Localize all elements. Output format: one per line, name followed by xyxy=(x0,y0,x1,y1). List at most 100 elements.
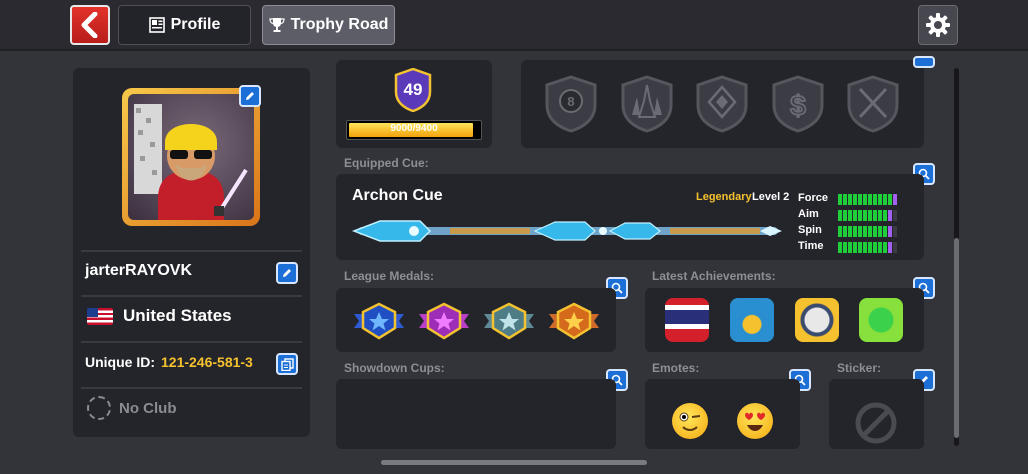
blue-star-medal-icon[interactable] xyxy=(354,302,404,340)
pink-star-medal-icon[interactable] xyxy=(419,302,469,340)
pencil-icon xyxy=(246,92,254,100)
stat-segment xyxy=(843,194,847,205)
stat-segment xyxy=(893,194,897,205)
stat-segment xyxy=(843,242,847,253)
unique-id-label: Unique ID: xyxy=(85,354,155,370)
sticker-label: Sticker: xyxy=(837,361,882,375)
stat-segment xyxy=(853,194,857,205)
back-button[interactable] xyxy=(70,5,110,45)
stat-force-bar xyxy=(838,194,902,205)
stat-segment xyxy=(873,194,877,205)
stat-spin-label: Spin xyxy=(798,224,822,236)
diamond-shield-icon[interactable] xyxy=(695,75,749,133)
tab-profile[interactable]: Profile xyxy=(118,5,251,45)
stat-segment xyxy=(878,210,882,221)
stat-segment xyxy=(853,226,857,237)
stat-segment xyxy=(848,242,852,253)
stat-aim-bar xyxy=(838,210,902,221)
equipped-cue-panel[interactable]: Archon Cue Legendary Level 2 Force Aim S… xyxy=(336,174,924,260)
tab-trophy-road-label: Trophy Road xyxy=(290,16,389,33)
8-ball-shield-icon[interactable]: 8 xyxy=(544,75,598,133)
trophy-badges-search-button[interactable] xyxy=(913,56,935,68)
pencil-icon xyxy=(283,269,291,277)
tab-trophy-road[interactable]: Trophy Road xyxy=(262,5,395,45)
lightning-8-ball-achievement-icon[interactable] xyxy=(795,298,839,342)
trophy-badges-panel: 8 $ xyxy=(521,56,935,148)
latest-achievements-label: Latest Achievements: xyxy=(652,269,776,283)
stat-segment xyxy=(878,194,882,205)
club-row[interactable]: No Club xyxy=(81,387,302,427)
level-panel: 49 9000/9400 xyxy=(336,60,492,148)
green-star-achievement-icon[interactable] xyxy=(859,298,903,342)
stat-segment xyxy=(863,242,867,253)
stat-segment xyxy=(838,242,842,253)
stat-segment xyxy=(878,226,882,237)
stat-segment xyxy=(848,194,852,205)
no-sticker-icon xyxy=(855,402,897,444)
tab-profile-label: Profile xyxy=(170,16,221,33)
stat-segment xyxy=(838,210,842,221)
xp-progress-text: 9000/9400 xyxy=(390,123,438,134)
emotes-label: Emotes: xyxy=(652,361,700,375)
stat-force-label: Force xyxy=(798,192,828,204)
gear-achievement-icon[interactable] xyxy=(730,298,774,342)
equipped-cue-label: Equipped Cue: xyxy=(344,156,429,170)
stat-segment xyxy=(863,194,867,205)
stat-segment xyxy=(883,210,887,221)
stat-segment xyxy=(848,226,852,237)
stat-segment xyxy=(858,194,862,205)
trophy-icon xyxy=(269,18,285,32)
stat-segment xyxy=(873,226,877,237)
home-indicator[interactable] xyxy=(381,460,647,465)
stat-segment xyxy=(873,242,877,253)
stat-segment xyxy=(883,242,887,253)
edit-username-button[interactable] xyxy=(276,262,298,284)
back-arrow-icon xyxy=(81,12,98,38)
copy-id-button[interactable] xyxy=(276,353,298,375)
stat-segment xyxy=(853,210,857,221)
stat-segment xyxy=(858,210,862,221)
stat-segment xyxy=(868,242,872,253)
stat-segment xyxy=(853,242,857,253)
settings-button[interactable] xyxy=(918,5,958,45)
level-number: 49 xyxy=(403,80,423,99)
stat-segment xyxy=(843,210,847,221)
stat-segment xyxy=(878,242,882,253)
stat-segment xyxy=(893,242,897,253)
latest-achievements-panel xyxy=(645,288,924,352)
stat-segment xyxy=(858,226,862,237)
username-row: jarterRAYOVK xyxy=(81,250,302,290)
scrollbar-thumb[interactable] xyxy=(954,238,959,438)
club-name: No Club xyxy=(119,399,177,417)
edit-avatar-button[interactable] xyxy=(239,85,261,107)
bronze-star-medal-icon[interactable] xyxy=(549,302,599,340)
thailand-flag-achievement-icon[interactable] xyxy=(665,298,709,342)
svg-text:$: $ xyxy=(790,90,806,121)
unique-id-value: 121-246-581-3 xyxy=(161,354,253,370)
top-bar: Profile Trophy Road xyxy=(0,0,1028,51)
profile-card-icon xyxy=(148,17,165,33)
stat-segment xyxy=(883,226,887,237)
stat-segment xyxy=(888,242,892,253)
heart-eyes-emote-icon[interactable] xyxy=(737,403,773,439)
gear-icon xyxy=(926,13,950,37)
xp-progress-bar: 9000/9400 xyxy=(346,120,482,140)
wink-emote-icon[interactable] xyxy=(672,403,708,439)
dollar-shield-icon[interactable]: $ xyxy=(771,75,825,133)
stat-segment xyxy=(893,210,897,221)
stat-segment xyxy=(888,194,892,205)
silver-star-medal-icon[interactable] xyxy=(484,302,534,340)
showdown-cups-label: Showdown Cups: xyxy=(344,361,445,375)
scrollbar[interactable] xyxy=(954,68,959,446)
stat-segment xyxy=(868,194,872,205)
cue-level: Level 2 xyxy=(752,191,790,203)
stat-segment xyxy=(868,226,872,237)
avatar[interactable] xyxy=(122,85,261,226)
cue-rarity: Legendary xyxy=(696,191,752,203)
stat-segment xyxy=(863,226,867,237)
cue-image xyxy=(351,220,782,242)
username: jarterRAYOVK xyxy=(85,262,193,279)
tower-shield-icon[interactable] xyxy=(620,75,674,133)
swords-shield-icon[interactable] xyxy=(846,75,900,133)
stat-segment xyxy=(868,210,872,221)
